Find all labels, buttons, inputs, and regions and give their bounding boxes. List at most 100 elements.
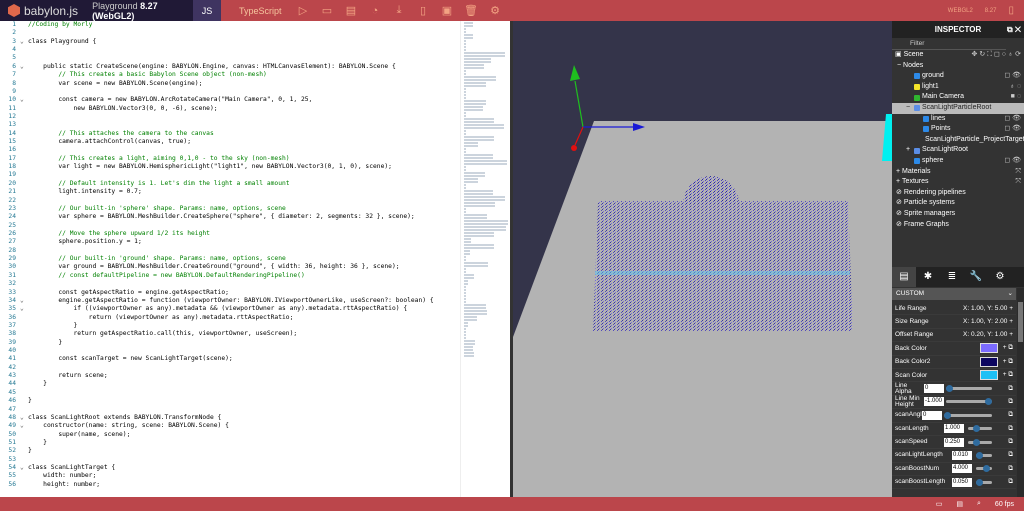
tools-tab-icon[interactable]: 🔧 [964,267,988,287]
code-line[interactable]: 24 var sphere = BABYLON.MeshBuilder.Crea… [0,213,460,221]
tree-section[interactable]: + Textures ⤧ [892,177,1024,188]
slider-thumb[interactable] [976,451,984,459]
code-line[interactable]: 43 return scene; [0,372,460,380]
code-line[interactable]: 12 [0,113,460,121]
code-line[interactable]: 41 const scanTarget = new ScanLightTarge… [0,355,460,363]
code-line[interactable]: 55 width: number; [0,472,460,480]
code-line[interactable]: 49 ⌄ constructor(name: string, scene: BAB… [0,422,460,430]
slider-track[interactable] [976,465,992,473]
run-icon[interactable]: ▷ [291,4,315,17]
tree-disabled-section[interactable]: ⊘ Particle systems [892,198,1024,209]
code-line[interactable]: 42 [0,364,460,372]
code-line[interactable]: 40 [0,347,460,355]
slider-value-input[interactable]: 0.010 [952,450,972,460]
fullscreen-icon[interactable]: ▯ [1008,5,1014,16]
slider-track[interactable] [976,478,992,486]
copy-icon[interactable]: ⧉ [1008,412,1013,419]
settings-icon[interactable]: ⚙ [483,4,507,17]
code-line[interactable]: 50 super(name, scene); [0,431,460,439]
code-line[interactable]: 56 height: number; [0,481,460,489]
code-minimap[interactable] [460,21,510,497]
code-line[interactable]: 3 ⌄ class Playground { [0,38,460,46]
code-line[interactable]: 47 [0,406,460,414]
filter-input[interactable]: Filter [892,38,1006,50]
code-line[interactable]: 31 // const defaultPipeline = new BABYLO… [0,272,460,280]
tree-node[interactable]: − ScanLightParticleRoot [892,102,1024,114]
copy-icon[interactable]: ⧉ [1008,465,1013,472]
code-line[interactable]: 28 [0,247,460,255]
tree-scene[interactable]: ▣ Scene ✥ ↻ ⛶ ◻ ○ ♁ ⟳ [892,50,1024,61]
slider-value-input[interactable]: 0.050 [952,477,972,487]
render-canvas[interactable] [453,21,892,497]
code-line[interactable]: 20 // Default intensity is 1. Let's dim … [0,180,460,188]
slider-track[interactable] [946,398,992,406]
fold-icon[interactable]: ⌄ [20,96,28,104]
tab-typescript[interactable]: TypeScript [239,6,291,16]
tab-js[interactable]: JS [193,0,221,21]
fold-icon[interactable]: ⌄ [20,297,28,305]
copy-icon[interactable]: + ⧉ [1003,344,1013,352]
slider-value-input[interactable]: 0 [924,384,944,394]
copy-icon[interactable]: + ⧉ [1003,358,1013,366]
code-line[interactable]: 15 camera.attachControl(canvas, true); [0,138,460,146]
code-line[interactable]: 16 [0,146,460,154]
code-line[interactable]: 44 } [0,380,460,388]
code-line[interactable]: 37 } [0,322,460,330]
code-line[interactable]: 4 [0,46,460,54]
code-line[interactable]: 36 return (viewportOwner as any).metadat… [0,314,460,322]
code-line[interactable]: 6 ⌄ public static CreateScene(engine: BAB… [0,63,460,71]
fold-icon[interactable]: ⌄ [20,305,28,313]
code-line[interactable]: 11 new BABYLON.Vector3(0, 0, -6), scene)… [0,105,460,113]
properties-scrollbar[interactable] [1017,288,1024,497]
code-line[interactable]: 21 light.intensity = 0.7; [0,188,460,196]
babylon-logo[interactable]: babylon.js [8,4,92,18]
code-line[interactable]: 48 ⌄ class ScanLightRoot extends BABYLON.T… [0,414,460,422]
visibility-icon[interactable]: ◻ 👁 [1004,156,1021,167]
color-swatch[interactable] [980,370,998,381]
tree-node[interactable]: Points ◻ 👁 [892,124,1024,135]
code-line[interactable]: 2 [0,29,460,37]
color-swatch[interactable] [980,356,998,367]
fold-icon[interactable]: ⌄ [20,464,28,472]
fold-icon[interactable]: ⌄ [20,63,28,71]
code-line[interactable]: 8 var scene = new BABYLON.Scene(engine); [0,80,460,88]
fold-icon[interactable]: ⌄ [20,422,28,430]
code-line[interactable]: 14 // This attaches the camera to the ca… [0,130,460,138]
slider-thumb[interactable] [985,398,992,406]
copy-icon[interactable]: ⧉ [1008,385,1013,392]
slider-thumb[interactable] [946,385,953,393]
visibility-icon[interactable]: ■ ◌ [1011,92,1021,103]
range-value[interactable]: X: 0.20, Y: 1.00 + [963,331,1013,338]
range-value[interactable]: X: 1.00, Y: 5.00 + [963,305,1013,312]
code-line[interactable]: 10 ⌄ const camera = new BABYLON.ArcRotate… [0,96,460,104]
engine-select[interactable]: WEBGL2 [948,8,973,14]
tree-node[interactable]: ScanLightParticle_ProjectTarget [892,135,1024,146]
tree-node[interactable]: ground ◻ 👁 [892,71,1024,82]
visibility-icon[interactable]: ◻ 👁 [1004,124,1021,135]
tree-disabled-section[interactable]: ⊘ Sprite managers [892,209,1024,220]
properties-tab-icon[interactable]: ▤ [892,267,916,287]
slider-thumb[interactable] [973,438,981,446]
code-line[interactable]: 33 const getAspectRatio = engine.getAspe… [0,289,460,297]
slider-track[interactable] [968,438,992,446]
slider-thumb[interactable] [983,465,991,473]
code-line[interactable]: 54 ⌄ class ScanLightTarget { [0,464,460,472]
color-swatch[interactable] [980,343,998,354]
code-line[interactable]: 53 [0,456,460,464]
code-line[interactable]: 18 var light = new BABYLON.HemisphericLi… [0,163,460,171]
new-icon[interactable]: ▯ [411,4,435,17]
examples-icon[interactable]: ▣ [435,4,459,17]
code-line[interactable]: 35 ⌄ if ((viewportOwner as any).metadata … [0,305,460,313]
tree-node[interactable]: Main Camera ■ ◌ [892,92,1024,103]
visibility-icon[interactable]: ◻ 👁 [1004,114,1021,125]
feedback-icon[interactable]: ▭ [936,500,943,508]
code-line[interactable]: 32 [0,280,460,288]
code-line[interactable]: 19 [0,171,460,179]
tree-disabled-section[interactable]: ⊘ Rendering pipelines [892,188,1024,199]
slider-track[interactable] [976,451,992,459]
scene-tools-icons[interactable]: ✥ ↻ ⛶ ◻ ○ ♁ ⟳ [972,50,1021,61]
tree-nodes[interactable]: − Nodes [892,61,1024,72]
tree-node[interactable]: lines ◻ 👁 [892,114,1024,125]
slider-thumb[interactable] [944,411,951,419]
settings-tab-icon[interactable]: ⚙ [988,267,1012,287]
